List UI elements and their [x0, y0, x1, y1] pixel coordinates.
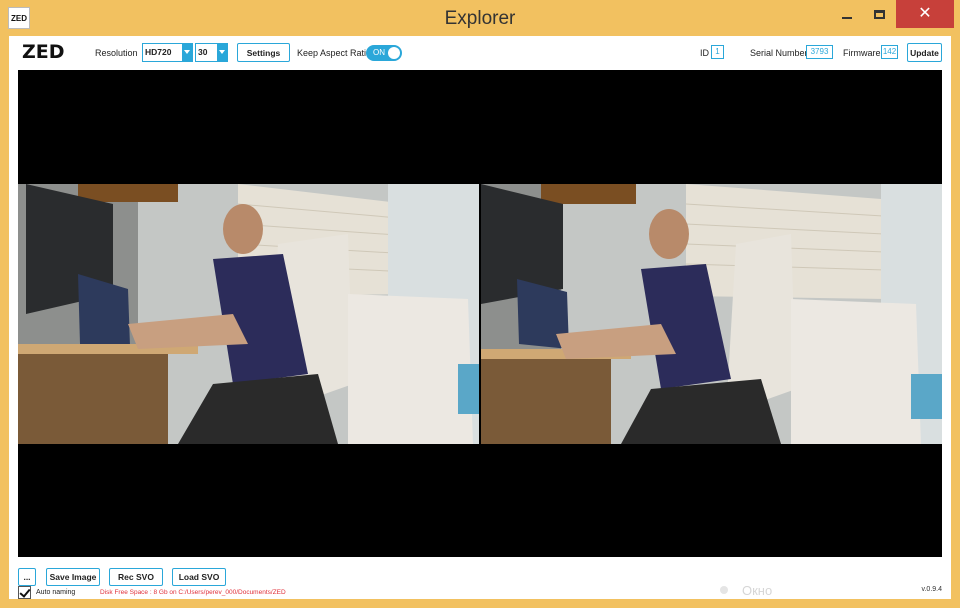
settings-button[interactable]: Settings	[237, 43, 290, 62]
overlay-watermark: Окно	[712, 581, 882, 599]
fps-value: 30	[198, 47, 208, 57]
fps-select[interactable]: 30	[195, 43, 228, 62]
main-panel: ZED Resolution HD720 30 Settings Keep As…	[9, 36, 951, 599]
id-field[interactable]: 1	[711, 45, 724, 59]
chevron-down-icon	[182, 44, 192, 61]
video-viewport	[18, 70, 942, 557]
keep-aspect-toggle[interactable]: ON	[366, 45, 402, 61]
overlay-dot-icon	[720, 586, 728, 594]
resolution-select[interactable]: HD720	[142, 43, 193, 62]
maximize-button[interactable]	[864, 0, 894, 28]
auto-naming-label: Auto naming	[36, 589, 76, 596]
rec-svo-button[interactable]: Rec SVO	[109, 568, 163, 586]
version-label: v.0.9.4	[921, 586, 943, 593]
serial-number-field[interactable]: 3793	[806, 45, 833, 59]
overlay-text: Окно	[742, 582, 773, 598]
resolution-label: Resolution	[95, 48, 138, 58]
keep-aspect-label: Keep Aspect Ratio	[297, 48, 372, 58]
update-button[interactable]: Update	[907, 43, 942, 62]
chevron-down-icon	[217, 44, 227, 61]
disk-free-space-text: Disk Free Space : 8 Gb on C:/Users/perev…	[100, 589, 286, 596]
resolution-value: HD720	[145, 47, 172, 57]
auto-naming-checkbox[interactable]	[18, 586, 31, 599]
close-icon: ✕	[918, 5, 932, 22]
minimize-button[interactable]	[832, 0, 862, 28]
title-bar: ZED Explorer ✕	[0, 0, 960, 36]
toolbar: ZED Resolution HD720 30 Settings Keep As…	[9, 36, 951, 70]
firmware-field[interactable]: 142	[881, 45, 898, 59]
right-camera-image	[481, 184, 942, 444]
id-label: ID	[700, 48, 709, 58]
browse-button[interactable]: ...	[18, 568, 36, 586]
maximize-icon	[873, 9, 885, 19]
serial-number-label: Serial Number	[750, 48, 808, 58]
auto-naming: Auto naming	[18, 586, 75, 599]
minimize-icon	[842, 17, 852, 19]
left-camera-image	[18, 184, 479, 444]
save-image-button[interactable]: Save Image	[46, 568, 100, 586]
toggle-knob	[388, 47, 400, 59]
close-button[interactable]: ✕	[896, 0, 954, 28]
load-svo-button[interactable]: Load SVO	[172, 568, 226, 586]
window-title: Explorer	[444, 8, 516, 29]
toggle-state: ON	[373, 48, 385, 57]
firmware-label: Firmware	[843, 48, 881, 58]
zed-logo: ZED	[22, 41, 65, 63]
